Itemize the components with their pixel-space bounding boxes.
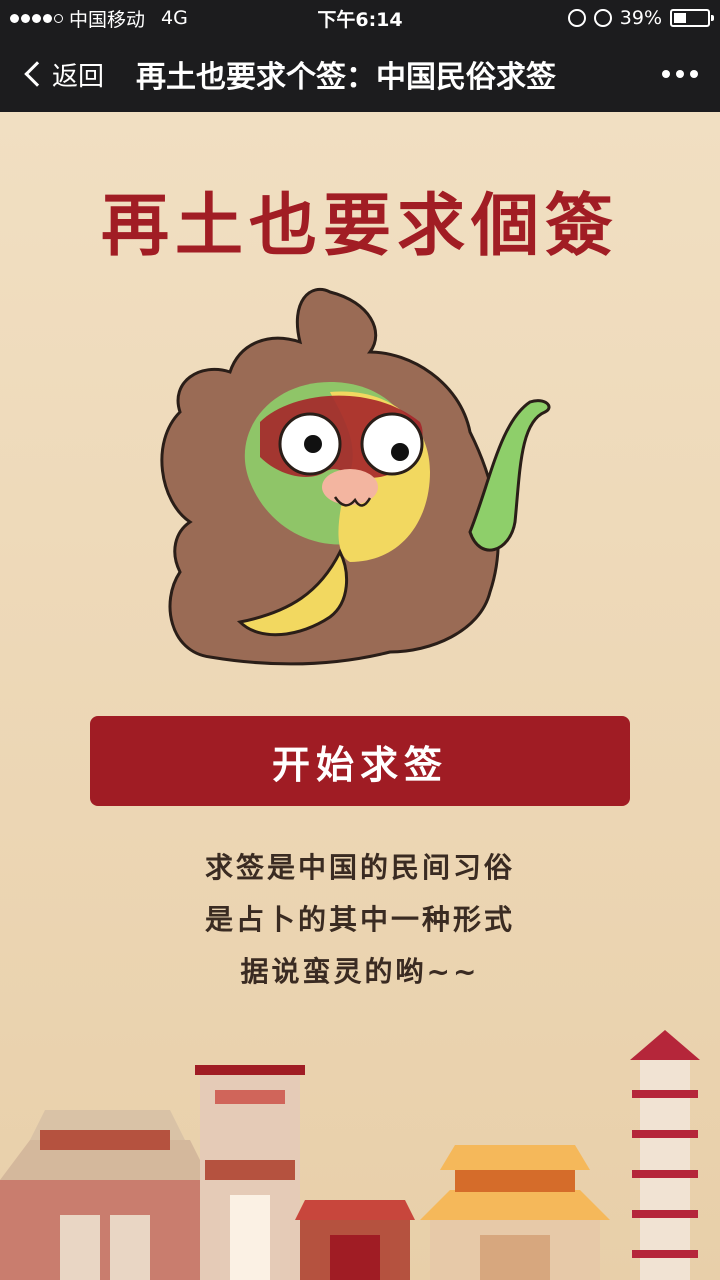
main-content: 再土也要求個簽 开始求签 求签是中国的民间习俗 是占卜的其中一种形式 据说蛮灵的… bbox=[0, 112, 720, 1280]
page-title: 再土也要求个签：中国民俗求签 bbox=[136, 60, 556, 95]
rotation-lock-icon bbox=[567, 9, 586, 27]
headline: 再土也要求個簽 bbox=[100, 186, 619, 266]
signal-strength-icon bbox=[10, 13, 63, 23]
status-left: 中国移动 4G bbox=[10, 5, 250, 32]
battery-fill bbox=[674, 13, 687, 23]
description-line: 求签是中国的民间习俗 bbox=[204, 851, 515, 884]
network-label: 4G bbox=[161, 7, 188, 29]
description-line: 是占卜的其中一种形式 bbox=[204, 903, 515, 936]
description-line: 据说蛮灵的哟~~ bbox=[240, 955, 480, 988]
chinese-town-illustration bbox=[0, 1030, 700, 1280]
carrier-label: 中国移动 bbox=[69, 8, 146, 31]
start-button[interactable]: 开始求签 bbox=[90, 716, 630, 806]
back-label: 返回 bbox=[52, 61, 105, 92]
alarm-icon bbox=[593, 9, 612, 27]
monkey-mascot-illustration bbox=[160, 288, 551, 666]
more-dot-icon bbox=[662, 70, 670, 78]
status-right: 39% bbox=[470, 7, 714, 29]
battery-percent: 39% bbox=[619, 7, 662, 29]
battery-icon bbox=[670, 9, 714, 27]
more-options-button[interactable] bbox=[640, 70, 720, 78]
status-bar: 中国移动 4G 下午6:14 39% bbox=[0, 0, 720, 36]
nav-bar: 返回 再土也要求个签：中国民俗求签 bbox=[0, 36, 720, 112]
status-time: 下午6:14 bbox=[317, 8, 403, 31]
chevron-left-icon bbox=[24, 61, 50, 87]
description: 求签是中国的民间习俗 是占卜的其中一种形式 据说蛮灵的哟~~ bbox=[0, 842, 720, 998]
back-button[interactable]: 返回 bbox=[0, 56, 130, 93]
